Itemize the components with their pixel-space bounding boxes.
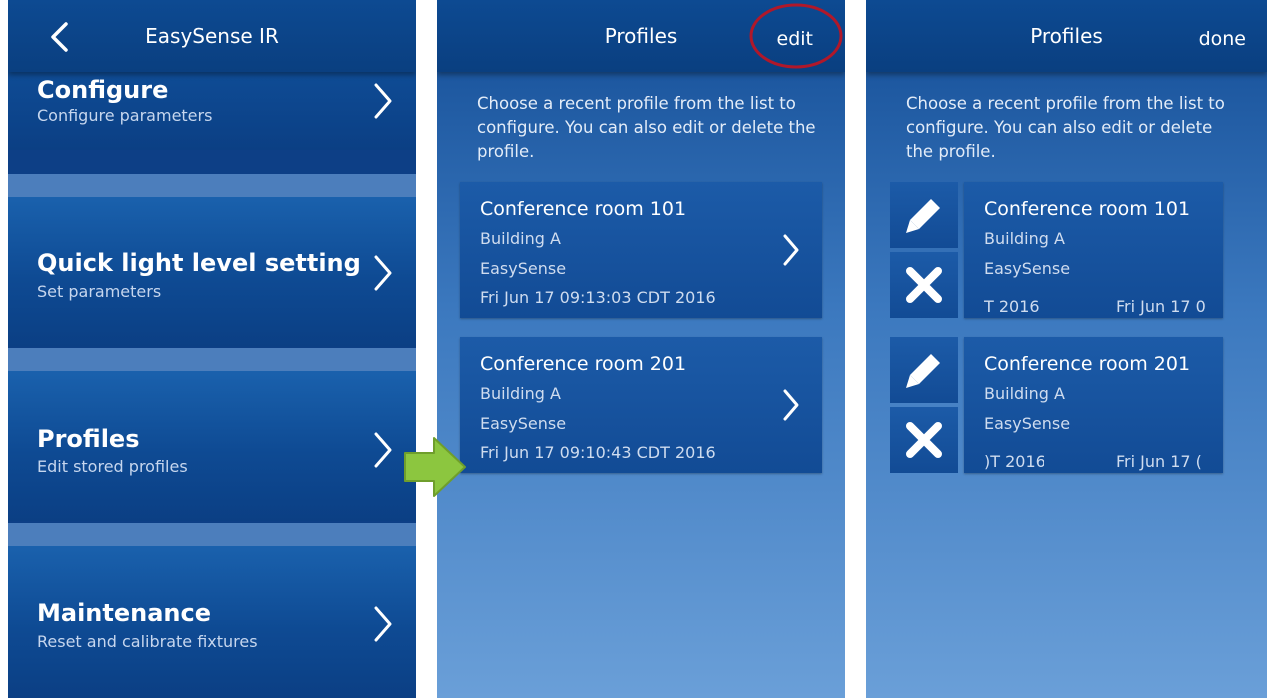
delete-profile-button[interactable] (890, 252, 958, 318)
profile-name: Conference room 201 (480, 353, 687, 375)
edit-profile-button[interactable] (890, 182, 958, 248)
profile-card[interactable]: Conference room 201 Building A EasySense… (964, 337, 1223, 473)
chevron-right-icon (374, 432, 392, 468)
menu-header: EasySense IR (8, 0, 416, 72)
intro-text: Choose a recent profile from the list to… (477, 94, 816, 161)
close-icon (906, 422, 942, 458)
menu-item-subtitle: Set parameters (37, 282, 162, 301)
intro-text: Choose a recent profile from the list to… (906, 94, 1225, 161)
profile-system: EasySense (480, 259, 567, 278)
edit-profile-button[interactable] (890, 337, 958, 403)
profile-card[interactable]: Conference room 101 Building A EasySense… (964, 182, 1223, 318)
menu-item-subtitle: Edit stored profiles (37, 457, 188, 476)
chevron-right-icon (783, 234, 799, 266)
menu-separator (8, 348, 416, 371)
delete-profile-button[interactable] (890, 407, 958, 473)
profile-system: EasySense (480, 414, 567, 433)
profile-date-head: Fri Jun 17 ( (1116, 452, 1202, 471)
menu-item-subtitle: Reset and calibrate fixtures (37, 632, 258, 651)
menu-item-title: Quick light level setting (37, 249, 361, 277)
highlight-ring (749, 3, 843, 69)
profile-name: Conference room 101 (480, 198, 687, 220)
menu-item-quick-light-level[interactable]: Quick light level setting Set parameters (8, 197, 416, 347)
menu-title: EasySense IR (145, 24, 279, 48)
menu-screen: EasySense IR Configure Configure paramet… (8, 0, 416, 698)
close-icon (906, 267, 942, 303)
profile-date-tail: T 2016 (984, 297, 1040, 316)
chevron-right-icon (783, 389, 799, 421)
pencil-icon (906, 199, 940, 233)
chevron-right-icon (374, 255, 392, 291)
chevron-right-icon (374, 83, 392, 119)
profile-name: Conference room 201 (984, 353, 1191, 375)
chevron-right-icon (374, 606, 392, 642)
profile-building: Building A (480, 229, 561, 248)
profile-building: Building A (984, 384, 1065, 403)
menu-item-title: Configure (37, 76, 169, 104)
arrow-right-icon (404, 437, 466, 497)
pencil-icon (906, 354, 940, 388)
menu-item-subtitle: Configure parameters (37, 106, 213, 125)
profile-system: EasySense (984, 414, 1071, 433)
menu-item-profiles[interactable]: Profiles Edit stored profiles (8, 371, 416, 521)
profiles-edit-header: Profiles done (866, 0, 1267, 72)
menu-item-title: Maintenance (37, 599, 212, 627)
profile-building: Building A (984, 229, 1065, 248)
menu-separator (8, 523, 416, 546)
profiles-edit-screen: Profiles done Choose a recent profile fr… (866, 0, 1267, 698)
menu-separator (8, 174, 416, 197)
profile-name: Conference room 101 (984, 198, 1191, 220)
profile-date: Fri Jun 17 09:13:03 CDT 2016 (480, 288, 716, 307)
profile-card[interactable]: Conference room 201 Building A EasySense… (460, 337, 822, 473)
done-button[interactable]: done (1199, 28, 1246, 50)
profile-building: Building A (480, 384, 561, 403)
profile-date-tail: )T 2016 (984, 452, 1044, 471)
profile-date: Fri Jun 17 09:10:43 CDT 2016 (480, 443, 716, 462)
profile-card[interactable]: Conference room 101 Building A EasySense… (460, 182, 822, 318)
menu-item-maintenance[interactable]: Maintenance Reset and calibrate fixtures (8, 546, 416, 698)
profile-system: EasySense (984, 259, 1071, 278)
profile-date-head: Fri Jun 17 0 (1116, 297, 1206, 316)
profiles-screen: Profiles edit Choose a recent profile fr… (437, 0, 845, 698)
menu-item-title: Profiles (37, 425, 140, 453)
